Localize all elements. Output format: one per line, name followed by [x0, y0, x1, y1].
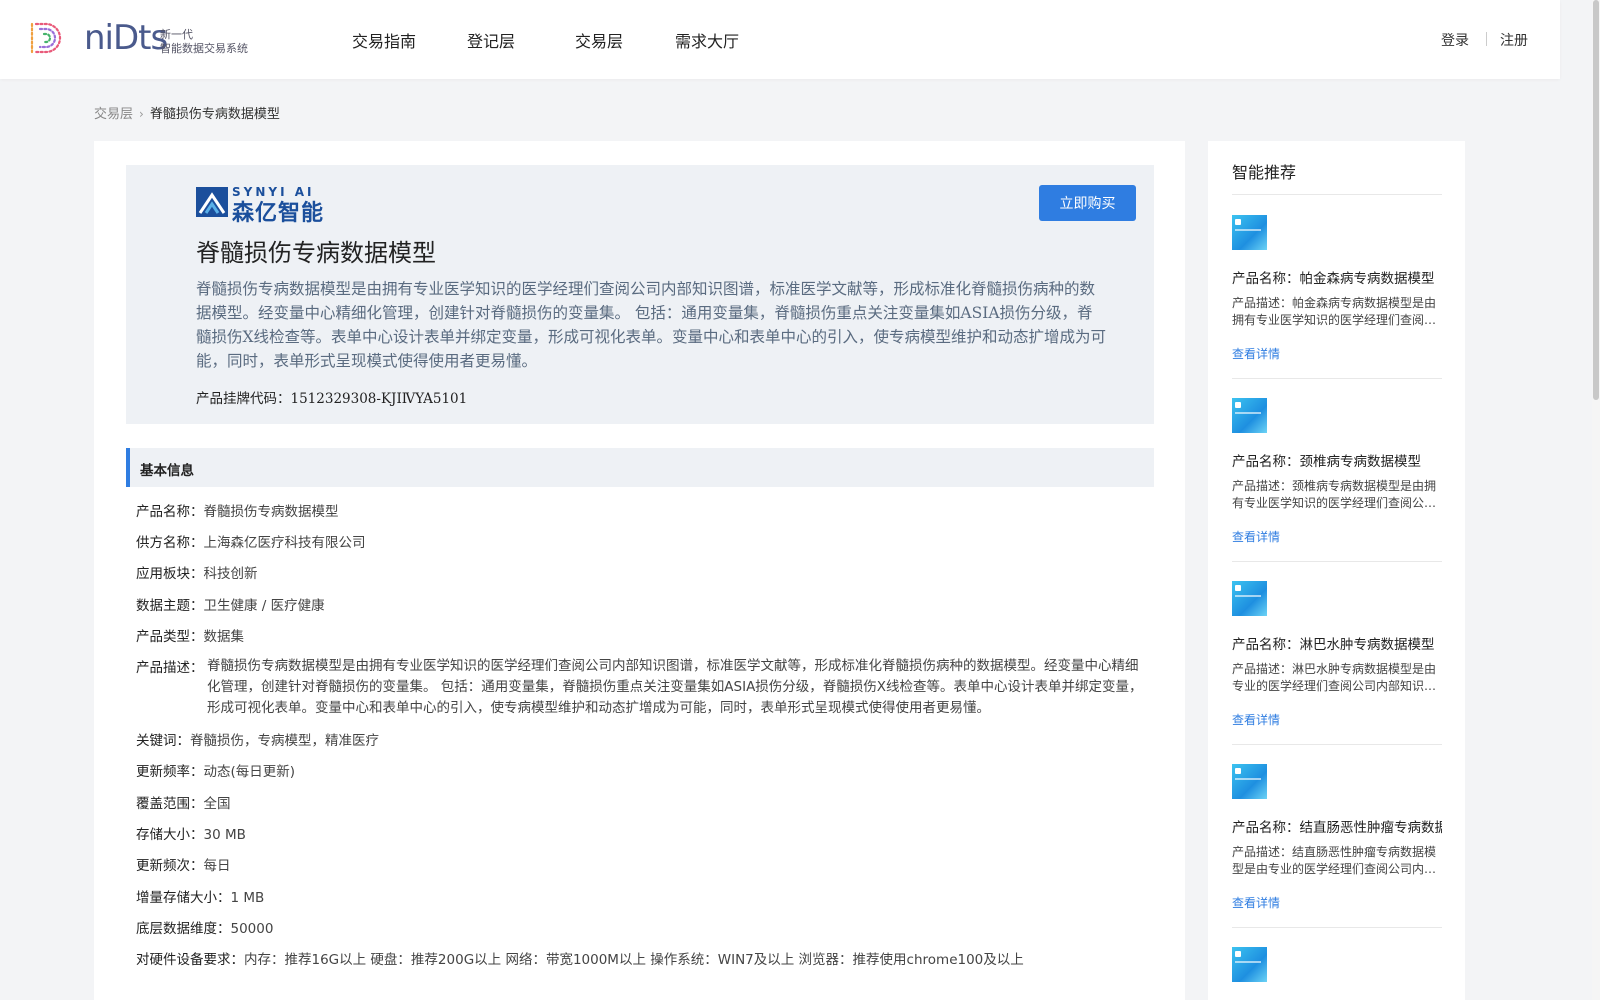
info-key: 更新频次：: [136, 858, 204, 874]
info-key: 数据主题：: [136, 598, 204, 614]
card-divider: [1232, 744, 1442, 745]
card-divider: [1232, 561, 1442, 562]
recommendation-sidebar: 智能推荐 产品名称：帕金森病专病数据模型 产品描述：帕金森病专病数据模型是由拥有…: [1208, 141, 1465, 1000]
info-row-keywords: 关键词：脊髓损伤，专病模型，精准医疗: [136, 729, 1146, 749]
info-value: 上海森亿医疗科技有限公司: [203, 535, 366, 551]
nidts-logo-icon[interactable]: [28, 20, 68, 56]
info-key: 更新频率：: [136, 764, 204, 780]
info-row-incremental-size: 增量存储大小：1 MB: [136, 886, 1146, 906]
recommendation-desc: 产品描述：帕金森病专病数据模型是由拥有专业医学知识的医学经理们查阅公司内部知识图…: [1232, 296, 1437, 327]
info-row-coverage: 覆盖范围：全国: [136, 792, 1146, 812]
basic-info-title: 基本信息: [140, 463, 194, 479]
info-value: 脊髓损伤专病数据模型是由拥有专业医学知识的医学经理们查阅公司内部知识图谱，标准医…: [207, 658, 1143, 716]
logo-subtitle-line1: 新一代: [160, 28, 193, 41]
chevron-right-icon: ›: [139, 107, 144, 121]
info-value: 动态(每日更新): [203, 764, 296, 780]
synyi-logo-icon: [196, 187, 228, 217]
login-link[interactable]: 登录: [1441, 30, 1469, 50]
view-details-link[interactable]: 查看详情: [1232, 345, 1280, 362]
info-value: 每日: [203, 858, 231, 874]
info-value: 30 MB: [203, 827, 246, 843]
info-key: 存储大小：: [136, 827, 204, 843]
info-row-topic: 数据主题：卫生健康 / 医疗健康: [136, 594, 1146, 614]
view-details-link[interactable]: 查看详情: [1232, 894, 1280, 911]
card-divider: [1232, 927, 1442, 928]
listing-code-value: 1512329308-KJIⅣYA5101: [290, 391, 468, 407]
info-key: 应用板块：: [136, 566, 204, 582]
info-row-data-dimension: 底层数据维度：50000: [136, 917, 1146, 937]
listing-code: 产品挂牌代码：1512329308-KJIⅣYA5101: [196, 387, 467, 407]
info-row-product-name: 产品名称：脊髓损伤专病数据模型: [136, 500, 1146, 520]
info-key: 产品描述：: [136, 660, 204, 676]
product-summary: 脊髓损伤专病数据模型是由拥有专业医学知识的医学经理们查阅公司内部知识图谱，标准医…: [196, 280, 1107, 370]
info-value: 内存：推荐16G以上 硬盘：推荐200G以上 网络：带宽1000M以上 操作系统…: [244, 952, 1024, 968]
nav-demand-hall[interactable]: 需求大厅: [675, 28, 739, 52]
sidebar-title: 智能推荐: [1232, 163, 1297, 182]
recommendation-desc: 产品描述：结直肠恶性肿瘤专病数据模型是由专业的医学经理们查阅公司内部知识图谱: [1232, 845, 1437, 876]
product-thumbnail[interactable]: [1232, 398, 1267, 433]
listing-code-label: 产品挂牌代码：: [196, 391, 291, 407]
info-key: 对硬件设备要求：: [136, 952, 244, 968]
info-row-update-frequency: 更新频率：动态(每日更新): [136, 760, 1146, 780]
nav-registration-layer[interactable]: 登记层: [467, 28, 515, 52]
info-key: 增量存储大小：: [136, 890, 231, 906]
recommendation-desc: 产品描述：淋巴水肿专病数据模型是由专业的医学经理们查阅公司内部知识图谱: [1232, 662, 1437, 693]
breadcrumb-parent[interactable]: 交易层: [94, 107, 133, 122]
card-divider: [1232, 378, 1442, 379]
info-key: 底层数据维度：: [136, 921, 231, 937]
view-details-link[interactable]: 查看详情: [1232, 528, 1280, 545]
basic-info-header: 基本信息: [126, 448, 1154, 487]
info-key: 产品类型：: [136, 629, 204, 645]
logo-wordmark[interactable]: niDts: [84, 20, 168, 56]
info-value: 1 MB: [230, 890, 265, 906]
product-thumbnail[interactable]: [1232, 947, 1267, 982]
product-title: 脊髓损伤专病数据模型: [196, 239, 436, 267]
info-value: 科技创新: [203, 566, 258, 582]
top-header: niDts 新一代 智能数据交易系统 交易指南 登记层 交易层 需求大厅 登录 …: [0, 0, 1560, 79]
nav-trade-guide[interactable]: 交易指南: [352, 28, 416, 52]
info-row-hardware: 对硬件设备要求：内存：推荐16G以上 硬盘：推荐200G以上 网络：带宽1000…: [136, 948, 1146, 968]
recommendation-name[interactable]: 产品名称：颈椎病专病数据模型: [1232, 450, 1442, 470]
nav-trade-layer[interactable]: 交易层: [575, 28, 623, 52]
info-row-update-rate: 更新频次：每日: [136, 854, 1146, 874]
sidebar-divider: [1232, 194, 1442, 195]
recommendation-name[interactable]: 产品名称：淋巴水肿专病数据模型: [1232, 633, 1442, 653]
info-value: 卫生健康 / 医疗健康: [203, 598, 325, 614]
info-key: 关键词：: [136, 733, 190, 749]
info-row-storage-size: 存储大小：30 MB: [136, 823, 1146, 843]
recommendation-desc: 产品描述：颈椎病专病数据模型是由拥有专业医学知识的医学经理们查阅公司内部知识图谱: [1232, 479, 1437, 510]
view-details-link[interactable]: 查看详情: [1232, 711, 1280, 728]
info-value: 脊髓损伤，专病模型，精准医疗: [190, 733, 379, 749]
recommendation-name[interactable]: 产品名称：帕金森病专病数据模型: [1232, 267, 1442, 287]
info-row-type: 产品类型：数据集: [136, 625, 1146, 645]
info-row-supplier: 供方名称：上海森亿医疗科技有限公司: [136, 531, 1146, 551]
breadcrumb: 交易层 › 脊髓损伤专病数据模型: [94, 103, 280, 122]
product-thumbnail[interactable]: [1232, 764, 1267, 799]
info-value: 全国: [203, 796, 231, 812]
product-hero: SYNYI AI 森亿智能 立即购买 脊髓损伤专病数据模型 脊髓损伤专病数据模型…: [126, 165, 1154, 424]
logo-subtitle-line2: 智能数据交易系统: [160, 42, 248, 55]
info-key: 覆盖范围：: [136, 796, 204, 812]
info-value: 数据集: [203, 629, 245, 645]
info-value: 50000: [230, 921, 274, 937]
page-scrollbar[interactable]: [1592, 0, 1600, 1000]
register-link[interactable]: 注册: [1500, 30, 1528, 50]
info-value: 脊髓损伤专病数据模型: [203, 504, 339, 520]
info-key: 供方名称：: [136, 535, 204, 551]
info-row-sector: 应用板块：科技创新: [136, 562, 1146, 582]
buy-now-button[interactable]: 立即购买: [1039, 185, 1136, 221]
product-thumbnail[interactable]: [1232, 215, 1267, 250]
breadcrumb-current: 脊髓损伤专病数据模型: [149, 107, 280, 122]
info-key: 产品名称：: [136, 504, 204, 520]
logo-subtitle: 新一代 智能数据交易系统: [160, 28, 248, 56]
scrollbar-thumb[interactable]: [1593, 0, 1599, 400]
recommendation-name[interactable]: 产品名称：结直肠恶性肿瘤专病数据模型: [1232, 816, 1442, 836]
product-thumbnail[interactable]: [1232, 581, 1267, 616]
brand-name-cn: 森亿智能: [232, 201, 325, 226]
auth-divider: [1486, 32, 1487, 46]
product-detail-panel: SYNYI AI 森亿智能 立即购买 脊髓损伤专病数据模型 脊髓损伤专病数据模型…: [94, 141, 1185, 1000]
